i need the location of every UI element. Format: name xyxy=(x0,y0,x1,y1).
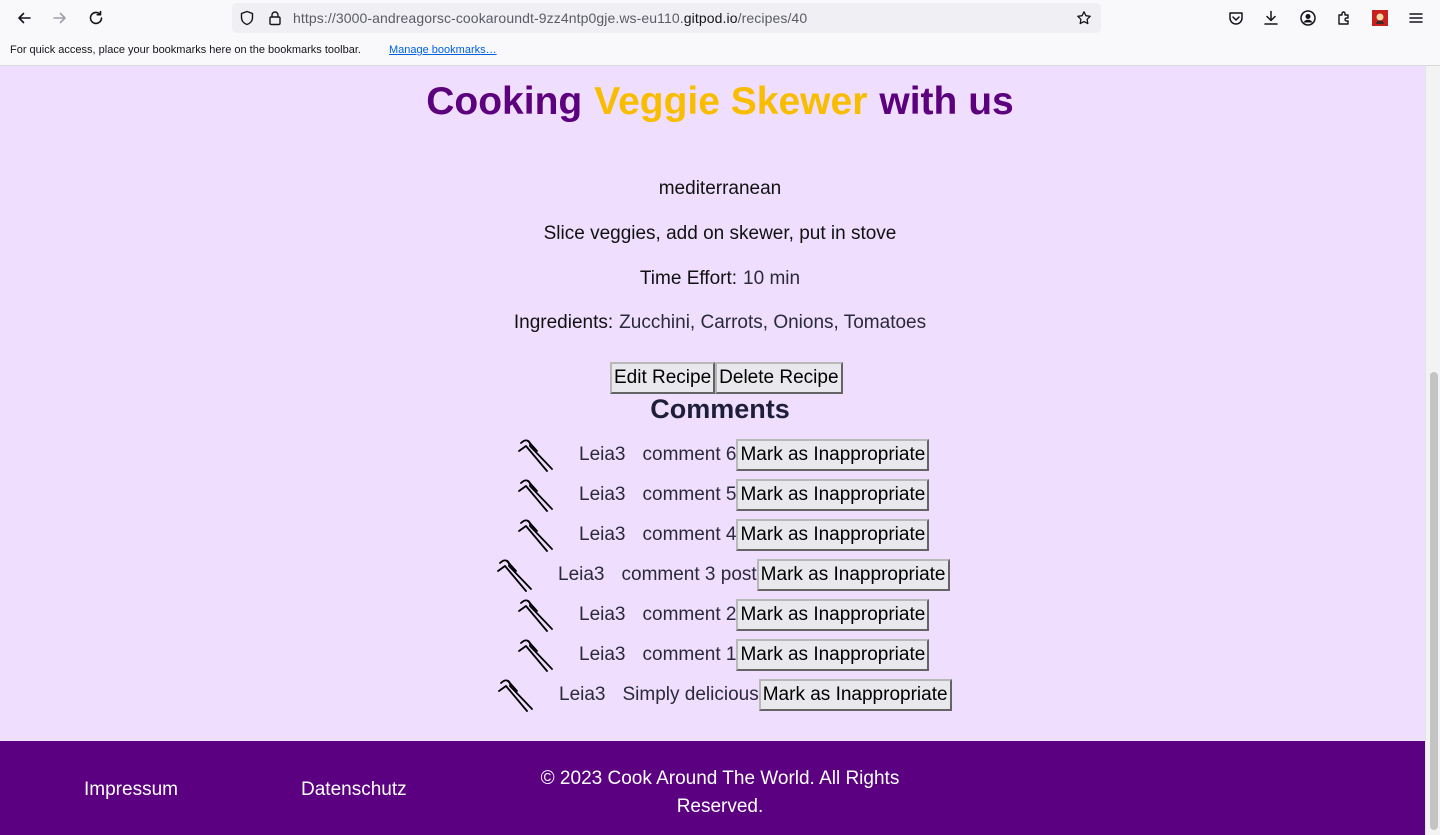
title-prefix: Cooking xyxy=(426,80,583,123)
delete-recipe-button[interactable]: Delete Recipe xyxy=(715,362,843,394)
utensils-icon xyxy=(517,515,557,555)
utensils-icon xyxy=(517,595,557,635)
mark-inappropriate-button[interactable]: Mark as Inappropriate xyxy=(736,599,930,631)
pocket-icon xyxy=(1229,12,1243,25)
page-scrollbar[interactable] xyxy=(1425,66,1440,835)
lock-icon[interactable] xyxy=(266,9,284,27)
account-icon xyxy=(1300,10,1316,26)
url-path: /recipes/40 xyxy=(737,10,808,26)
recipe-instructions: Slice veggies, add on skewer, put in sto… xyxy=(543,223,897,244)
comment-item: Leia3 comment 6 Mark as Inappropriate xyxy=(517,435,930,475)
star-icon[interactable] xyxy=(1075,9,1093,27)
arrow-left-icon xyxy=(18,12,31,24)
browser-toolbar: https://3000-andreagorsc-cookaroundt-9zz… xyxy=(0,0,1440,36)
comment-author: Leia3 xyxy=(579,644,626,665)
comment-item: Leia3 comment 3 post Mark as Inappropriate xyxy=(496,555,950,595)
page-content: Cooking Veggie Skewer with us mediterranea… xyxy=(0,66,1425,835)
comment-author: Leia3 xyxy=(579,524,626,545)
comment-text: comment 1 xyxy=(642,644,737,665)
comment-author: Leia3 xyxy=(579,444,626,465)
comment-text: comment 2 xyxy=(642,604,737,625)
utensils-icon xyxy=(517,435,557,475)
hamburger-icon xyxy=(1409,13,1423,23)
comment-text: Simply delicious xyxy=(622,684,759,705)
url-domain: gitpod.io xyxy=(683,10,738,26)
url-prefix: https://3000-andreagorsc-cookaroundt-9zz… xyxy=(293,10,684,26)
address-bar[interactable]: https://3000-andreagorsc-cookaroundt-9zz… xyxy=(232,3,1101,33)
recipe-title: Cooking Veggie Skewer with us xyxy=(0,80,1425,124)
comment-author: Leia3 xyxy=(559,684,606,705)
manage-bookmarks-link[interactable]: Manage bookmarks… xyxy=(389,44,497,56)
puzzle-icon xyxy=(1338,11,1349,25)
bookmarks-message: For quick access, place your bookmarks h… xyxy=(10,44,361,56)
back-button[interactable] xyxy=(11,5,37,31)
mark-inappropriate-button[interactable]: Mark as Inappropriate xyxy=(736,439,930,471)
forward-button[interactable] xyxy=(47,5,73,31)
recipe-cuisine: mediterranean xyxy=(658,178,782,199)
download-icon xyxy=(1264,10,1278,25)
shield-icon[interactable] xyxy=(238,9,256,27)
recipe-name: Veggie Skewer xyxy=(594,80,868,123)
utensils-icon xyxy=(497,675,537,715)
comment-text: comment 4 xyxy=(642,524,737,545)
utensils-icon xyxy=(496,555,536,595)
comment-item: Leia3 comment 5 Mark as Inappropriate xyxy=(517,475,930,515)
recipe-actions: Edit Recipe Delete Recipe xyxy=(610,362,843,394)
url-text[interactable]: https://3000-andreagorsc-cookaroundt-9zz… xyxy=(293,10,807,26)
mark-inappropriate-button[interactable]: Mark as Inappropriate xyxy=(758,679,952,711)
time-effort-value: 10 min xyxy=(743,268,801,289)
mark-inappropriate-button[interactable]: Mark as Inappropriate xyxy=(736,479,930,511)
mark-inappropriate-button[interactable]: Mark as Inappropriate xyxy=(736,639,930,671)
arrow-right-icon xyxy=(53,12,66,24)
extension-avatar-icon xyxy=(1372,10,1388,26)
utensils-icon xyxy=(517,635,557,675)
ingredients-value: Zucchini, Carrots, Onions, Tomatoes xyxy=(619,312,927,333)
comment-text: comment 3 post xyxy=(621,564,757,585)
comment-text: comment 6 xyxy=(642,444,737,465)
reload-button[interactable] xyxy=(83,5,109,31)
comment-author: Leia3 xyxy=(558,564,605,585)
comments-heading: Comments xyxy=(650,394,790,424)
comment-author: Leia3 xyxy=(579,484,626,505)
pocket-button[interactable] xyxy=(1223,5,1249,31)
time-effort-label: Time Effort: xyxy=(639,268,738,289)
comment-text: comment 5 xyxy=(642,484,737,505)
comment-item: Leia3 comment 2 Mark as Inappropriate xyxy=(517,595,930,635)
downloads-button[interactable] xyxy=(1258,5,1284,31)
mark-inappropriate-button[interactable]: Mark as Inappropriate xyxy=(756,559,950,591)
profile-extension-button[interactable] xyxy=(1367,5,1393,31)
reload-icon xyxy=(89,10,103,25)
impressum-link[interactable]: Impressum xyxy=(84,779,178,801)
extensions-button[interactable] xyxy=(1331,5,1357,31)
copyright-text: © 2023 Cook Around The World. All Rights… xyxy=(540,768,900,817)
ingredients-label: Ingredients: xyxy=(513,312,614,333)
title-suffix: with us xyxy=(879,80,1014,123)
recipe-time-effort: Time Effort: 10 min xyxy=(0,268,1425,290)
menu-button[interactable] xyxy=(1403,5,1429,31)
utensils-icon xyxy=(517,475,557,515)
datenschutz-link[interactable]: Datenschutz xyxy=(301,779,407,801)
edit-recipe-button[interactable]: Edit Recipe xyxy=(610,362,716,394)
account-button[interactable] xyxy=(1295,5,1321,31)
comment-item: Leia3 comment 4 Mark as Inappropriate xyxy=(517,515,930,555)
comment-item: Leia3 Simply delicious Mark as Inappropria… xyxy=(497,675,952,715)
recipe-ingredients: Ingredients: Zucchini, Carrots, Onions, T… xyxy=(0,312,1425,334)
comment-item: Leia3 comment 1 Mark as Inappropriate xyxy=(517,635,930,675)
mark-inappropriate-button[interactable]: Mark as Inappropriate xyxy=(736,519,930,551)
bookmarks-toolbar: For quick access, place your bookmarks h… xyxy=(0,36,1440,66)
comment-author: Leia3 xyxy=(579,604,626,625)
scrollbar-thumb[interactable] xyxy=(1430,372,1438,830)
footer: Impressum Datenschutz © 2023 Cook Around… xyxy=(0,741,1425,835)
